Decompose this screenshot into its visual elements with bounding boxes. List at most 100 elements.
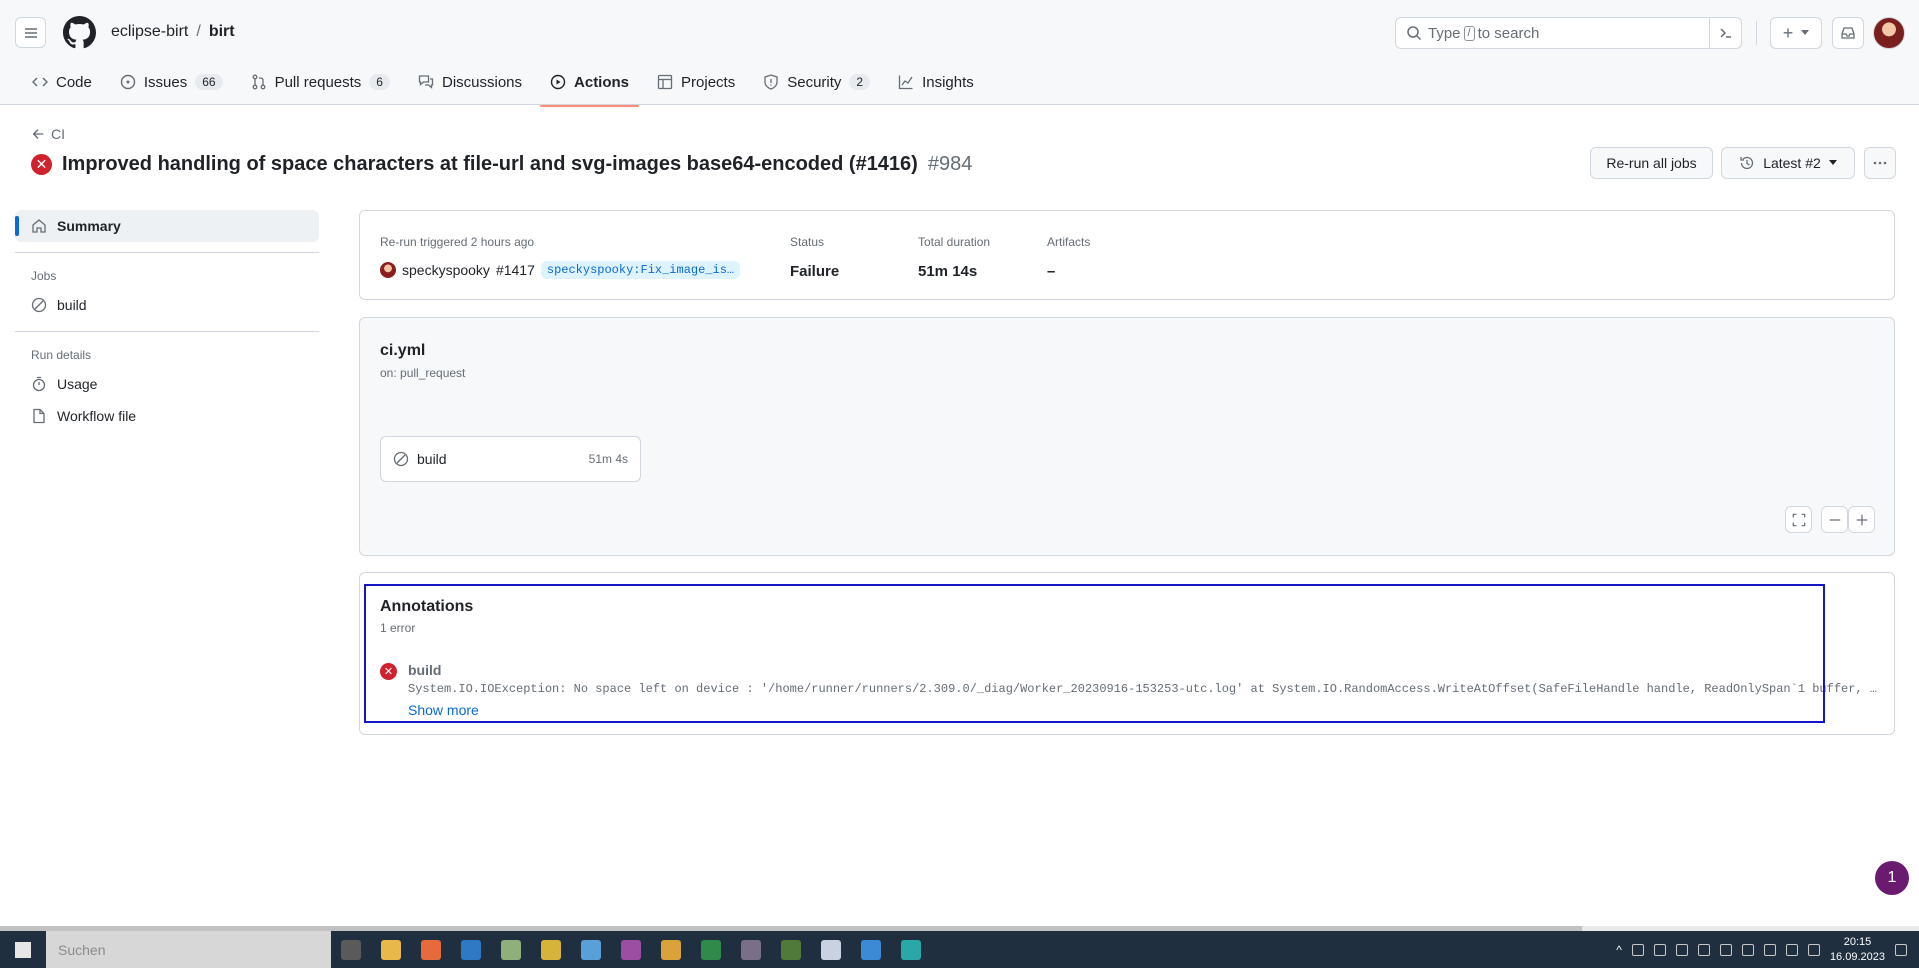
taskbar-app-minecraft[interactable]	[771, 931, 811, 968]
taskbar-app-paint[interactable]	[531, 931, 571, 968]
taskbar-app-photos[interactable]	[571, 931, 611, 968]
job-node-label: build	[417, 451, 447, 467]
pr-number-link[interactable]: #1417	[496, 262, 535, 278]
taskbar-app-explorer[interactable]	[371, 931, 411, 968]
workflow-trigger: on: pull_request	[380, 366, 466, 380]
taskbar-app-settings[interactable]	[731, 931, 771, 968]
defender-icon[interactable]	[1697, 943, 1710, 956]
tab-insights[interactable]: Insights	[888, 67, 984, 97]
workflow-file-name: ci.yml	[380, 342, 426, 359]
tab-label: Issues	[143, 73, 188, 91]
taskbar-app-media[interactable]	[611, 931, 651, 968]
tab-projects[interactable]: Projects	[647, 67, 745, 97]
header-divider	[1756, 21, 1757, 45]
status-value: Failure	[790, 263, 840, 280]
repo-owner-link[interactable]: eclipse-birt	[111, 23, 188, 40]
more-options-button[interactable]	[1864, 147, 1896, 179]
sidebar-heading-run-details: Run details	[31, 348, 92, 362]
fullscreen-button[interactable]	[1785, 506, 1812, 533]
attempt-select-button[interactable]: Latest #2	[1721, 147, 1855, 179]
zoom-in-button[interactable]	[1848, 506, 1875, 533]
rerun-all-jobs-button[interactable]: Re-run all jobs	[1590, 147, 1713, 179]
sidebar-item-workflow-file[interactable]: Workflow file	[15, 400, 319, 432]
taskbar-app-task-view[interactable]	[331, 931, 371, 968]
network-icon[interactable]	[1741, 943, 1754, 956]
sync-icon[interactable]	[1719, 943, 1732, 956]
caret-down-icon	[1801, 30, 1810, 35]
mail-icon	[461, 939, 481, 960]
kebab-horizontal-icon	[1873, 161, 1887, 165]
firefox-icon	[421, 939, 441, 960]
search-shortcut-key: /	[1463, 25, 1475, 41]
create-new-button[interactable]: +	[1770, 17, 1822, 49]
start-button[interactable]	[0, 931, 46, 968]
sidebar-item-summary[interactable]: Summary	[15, 210, 319, 242]
security-count-badge: 2	[849, 74, 871, 90]
actor-name[interactable]: speckyspooky	[402, 262, 490, 278]
tab-label: Projects	[681, 73, 736, 91]
taskbar-search[interactable]: Suchen	[46, 931, 331, 968]
caret-down-icon	[1828, 160, 1837, 165]
plus-icon: +	[1782, 22, 1794, 43]
repo-name-link[interactable]: birt	[209, 23, 235, 40]
sidebar-item-build[interactable]: build	[15, 289, 319, 321]
tab-discussions[interactable]: Discussions	[408, 67, 532, 97]
browser-icon	[861, 939, 881, 960]
tab-label: Code	[56, 73, 92, 91]
taskbar-app-edge[interactable]	[851, 931, 891, 968]
taskbar-app-chrome[interactable]	[651, 931, 691, 968]
system-clock[interactable]: 20:15 16.09.2023	[1830, 935, 1885, 965]
sidebar-item-label: Workflow file	[57, 408, 137, 424]
taskbar-app-word[interactable]	[811, 931, 851, 968]
page-title: ✕ Improved handling of space characters …	[31, 153, 972, 176]
graph-icon	[898, 75, 913, 90]
plus-icon	[1856, 514, 1867, 525]
cloud-icon[interactable]	[1763, 943, 1776, 956]
pull-requests-count-badge: 6	[369, 74, 390, 90]
menu-button[interactable]	[15, 17, 46, 48]
back-link-label: CI	[51, 126, 65, 142]
zoom-out-button[interactable]	[1821, 506, 1848, 533]
windows-taskbar: Suchen ^ 20:15 16.09.2023	[0, 931, 1919, 968]
github-logo[interactable]	[63, 16, 96, 49]
taskbar-app-outlook[interactable]	[451, 931, 491, 968]
wifi-icon[interactable]	[1785, 943, 1798, 956]
usb-icon[interactable]	[1653, 943, 1666, 956]
duration-value: 51m 14s	[918, 263, 978, 280]
tab-actions[interactable]: Actions	[540, 67, 640, 107]
taskbar-app-store[interactable]	[891, 931, 931, 968]
taskbar-app-firefox[interactable]	[411, 931, 451, 968]
inbox-button[interactable]	[1832, 17, 1864, 49]
trigger-info: Re-run triggered 2 hours ago speckyspook…	[380, 235, 741, 279]
workflow-graph-card: ci.yml on: pull_request build 51m 4s	[359, 317, 1895, 556]
screen-full-icon	[1792, 513, 1805, 526]
tab-label: Pull requests	[274, 73, 362, 91]
settings-icon	[741, 939, 761, 960]
run-number: #984	[927, 153, 973, 175]
issue-icon	[120, 74, 136, 90]
skip-icon	[393, 451, 409, 467]
command-palette-button[interactable]	[1709, 18, 1741, 48]
user-avatar[interactable]	[1873, 17, 1905, 49]
tab-pull-requests[interactable]: Pull requests 6	[241, 67, 400, 97]
back-to-workflow-link[interactable]: CI	[31, 126, 65, 142]
branch-label[interactable]: speckyspooky:Fix_image_is…	[540, 261, 741, 279]
tab-security[interactable]: Security 2	[753, 67, 880, 97]
tab-code[interactable]: Code	[22, 67, 102, 97]
volume-muted-icon[interactable]	[1807, 943, 1820, 956]
taskbar-app-notepad[interactable]	[491, 931, 531, 968]
sidebar-item-usage[interactable]: Usage	[15, 368, 319, 400]
job-node-build[interactable]: build 51m 4s	[380, 436, 641, 482]
sidebar-item-label: Summary	[57, 218, 121, 234]
actor-avatar[interactable]	[380, 262, 396, 278]
taskbar-app-excel[interactable]	[691, 931, 731, 968]
system-tray: ^ 20:15 16.09.2023	[1616, 931, 1919, 968]
notification-center-icon[interactable]	[1895, 943, 1907, 956]
search-input[interactable]: Type / to search	[1395, 17, 1742, 49]
tab-issues[interactable]: Issues 66	[110, 67, 233, 97]
chevron-up-icon[interactable]: ^	[1616, 943, 1622, 957]
battery-icon[interactable]	[1631, 943, 1644, 956]
sidebar-heading-jobs: Jobs	[31, 269, 57, 283]
security-tray-icon[interactable]	[1675, 943, 1688, 956]
notification-bubble[interactable]: 1	[1875, 861, 1909, 895]
